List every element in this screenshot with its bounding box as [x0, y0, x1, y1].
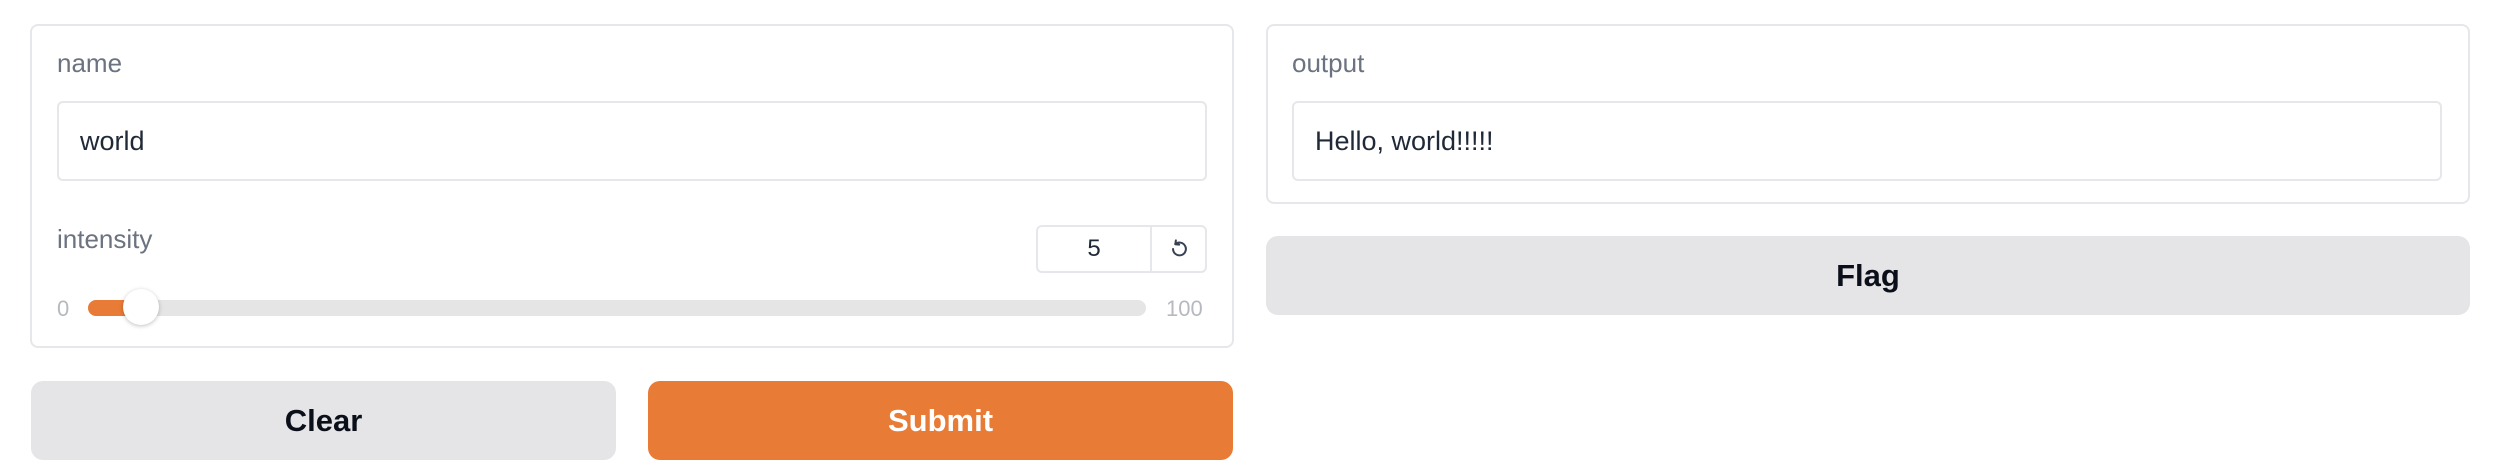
reset-button[interactable]: [1150, 225, 1207, 273]
slider-min-label: 0: [57, 296, 70, 321]
name-label: name: [57, 48, 123, 78]
intensity-label: intensity: [57, 224, 153, 254]
slider-max-label: 100: [1166, 296, 1203, 321]
slider-thumb[interactable]: [122, 289, 159, 325]
name-input[interactable]: world: [57, 101, 1207, 181]
output-textbox[interactable]: Hello, world!!!!!: [1292, 101, 2442, 181]
reset-icon: [1171, 239, 1187, 257]
output-label: output: [1292, 48, 1365, 78]
flag-button[interactable]: Flag: [1266, 236, 2470, 315]
intensity-slider[interactable]: [88, 289, 1146, 325]
clear-button[interactable]: Clear: [31, 381, 616, 460]
intensity-number-input[interactable]: 5: [1036, 225, 1152, 273]
submit-button[interactable]: Submit: [648, 381, 1233, 460]
